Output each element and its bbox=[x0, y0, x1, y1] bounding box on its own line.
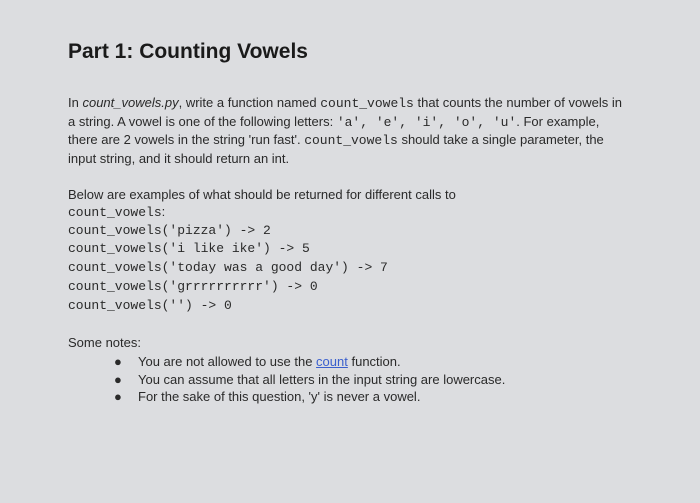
note-post: function. bbox=[348, 354, 401, 369]
notes-intro: Some notes: bbox=[68, 334, 632, 352]
intro-letters: 'a', 'e', 'i', 'o', 'u' bbox=[337, 115, 516, 130]
intro-paragraph: In count_vowels.py, write a function nam… bbox=[68, 94, 632, 167]
example-line: count_vowels('i like ike') -> 5 bbox=[68, 240, 632, 259]
intro-fn2: count_vowels bbox=[304, 133, 398, 148]
list-item: ●For the sake of this question, 'y' is n… bbox=[126, 388, 632, 406]
example-line: count_vowels('') -> 0 bbox=[68, 297, 632, 316]
intro-fn1: count_vowels bbox=[320, 96, 414, 111]
list-item: ●You are not allowed to use the count fu… bbox=[126, 353, 632, 371]
list-item: ●You can assume that all letters in the … bbox=[126, 371, 632, 389]
examples-intro-fn: count_vowels bbox=[68, 205, 162, 220]
bullet-icon: ● bbox=[126, 353, 138, 371]
note-pre: You can assume that all letters in the i… bbox=[138, 372, 505, 387]
examples-intro-line: Below are examples of what should be ret… bbox=[68, 186, 632, 204]
example-line: count_vowels('pizza') -> 2 bbox=[68, 222, 632, 241]
page-title: Part 1: Counting Vowels bbox=[68, 38, 632, 66]
bullet-icon: ● bbox=[126, 371, 138, 389]
bullet-icon: ● bbox=[126, 388, 138, 406]
intro-pre-file: In bbox=[68, 95, 82, 110]
note-pre: You are not allowed to use the bbox=[138, 354, 316, 369]
example-line: count_vowels('grrrrrrrrrr') -> 0 bbox=[68, 278, 632, 297]
notes-list: ●You are not allowed to use the count fu… bbox=[68, 353, 632, 406]
example-line: count_vowels('today was a good day') -> … bbox=[68, 259, 632, 278]
note-pre: For the sake of this question, 'y' is ne… bbox=[138, 389, 420, 404]
count-link[interactable]: count bbox=[316, 354, 348, 369]
intro-filename: count_vowels.py bbox=[82, 95, 178, 110]
intro-post-file: , write a function named bbox=[179, 95, 321, 110]
examples-block: Below are examples of what should be ret… bbox=[68, 186, 632, 316]
code-examples: count_vowels('pizza') -> 2 count_vowels(… bbox=[68, 222, 632, 316]
examples-intro-colon: : bbox=[162, 204, 166, 219]
notes-section: Some notes: ●You are not allowed to use … bbox=[68, 334, 632, 406]
